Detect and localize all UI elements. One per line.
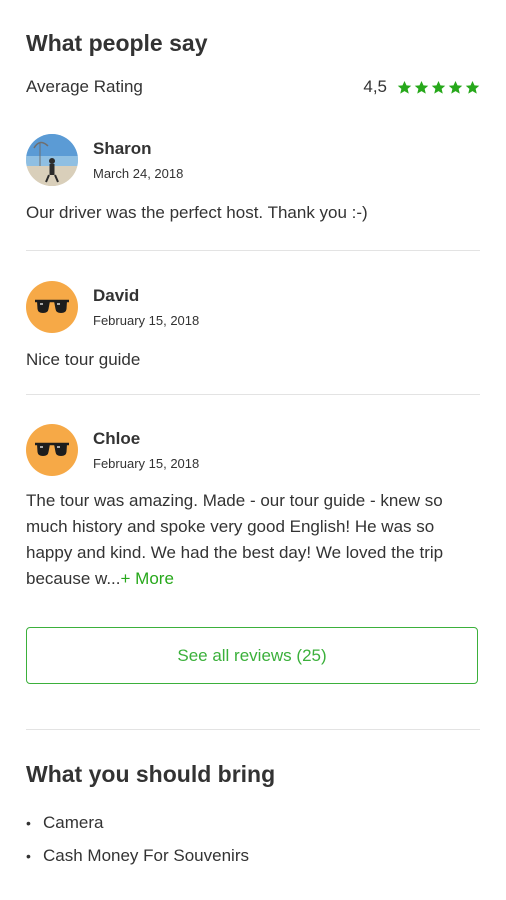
review-text-body: The tour was amazing. Made - our tour gu… bbox=[26, 491, 444, 588]
review-text: Nice tour guide bbox=[26, 350, 141, 369]
reviewer-name: David bbox=[93, 286, 140, 305]
reviewer-name: Sharon bbox=[93, 139, 152, 158]
bring-item-label: Camera bbox=[43, 812, 104, 832]
star-icon bbox=[431, 80, 446, 94]
bring-section-title: What you should bring bbox=[26, 761, 276, 787]
avatar[interactable] bbox=[26, 134, 78, 186]
star-icon bbox=[397, 80, 412, 94]
rating-value: 4,5 bbox=[363, 77, 387, 96]
star-icon bbox=[414, 80, 429, 94]
avatar[interactable] bbox=[26, 281, 78, 333]
bullet-icon: • bbox=[26, 847, 31, 864]
more-link[interactable]: + More bbox=[121, 569, 174, 588]
divider bbox=[26, 729, 480, 730]
review-date: March 24, 2018 bbox=[93, 166, 184, 181]
list-item: • Cash Money For Souvenirs bbox=[26, 839, 249, 872]
divider bbox=[26, 394, 480, 395]
list-item: • Camera bbox=[26, 806, 249, 839]
review-item: Chloe February 15, 2018 The tour was ama… bbox=[26, 424, 480, 592]
reviewer-name: Chloe bbox=[93, 429, 141, 448]
average-rating-row: Average Rating 4,5 bbox=[26, 76, 480, 98]
sunglasses-icon bbox=[35, 299, 69, 313]
review-header: Chloe February 15, 2018 bbox=[26, 424, 480, 476]
star-icon bbox=[465, 80, 480, 94]
review-item: David February 15, 2018 Nice tour guide bbox=[26, 281, 480, 373]
sunglasses-icon bbox=[35, 442, 69, 456]
divider bbox=[26, 250, 480, 251]
beach-photo-icon bbox=[26, 134, 78, 186]
review-header: Sharon March 24, 2018 bbox=[26, 134, 480, 186]
star-rating bbox=[397, 80, 480, 95]
review-text: Our driver was the perfect host. Thank y… bbox=[26, 203, 368, 222]
average-rating-label: Average Rating bbox=[26, 77, 143, 96]
review-header: David February 15, 2018 bbox=[26, 281, 480, 333]
bring-item-label: Cash Money For Souvenirs bbox=[43, 845, 249, 865]
star-icon bbox=[448, 80, 463, 94]
reviewer-info: Chloe February 15, 2018 bbox=[93, 429, 199, 471]
review-date: February 15, 2018 bbox=[93, 456, 200, 471]
review-text: The tour was amazing. Made - our tour gu… bbox=[26, 488, 476, 592]
review-date: February 15, 2018 bbox=[93, 313, 200, 328]
bullet-icon: • bbox=[26, 814, 31, 831]
review-item: Sharon March 24, 2018 Our driver was the… bbox=[26, 134, 480, 226]
section-title: What people say bbox=[26, 30, 208, 56]
bring-list: • Camera • Cash Money For Souvenirs bbox=[26, 806, 249, 872]
reviewer-info: David February 15, 2018 bbox=[93, 286, 199, 328]
reviewer-info: Sharon March 24, 2018 bbox=[93, 139, 183, 181]
rating-summary: 4,5 bbox=[363, 77, 480, 97]
see-all-reviews-button[interactable]: See all reviews (25) bbox=[26, 627, 478, 684]
reviews-page: What people say Average Rating 4,5 Sharo… bbox=[0, 0, 506, 900]
avatar[interactable] bbox=[26, 424, 78, 476]
